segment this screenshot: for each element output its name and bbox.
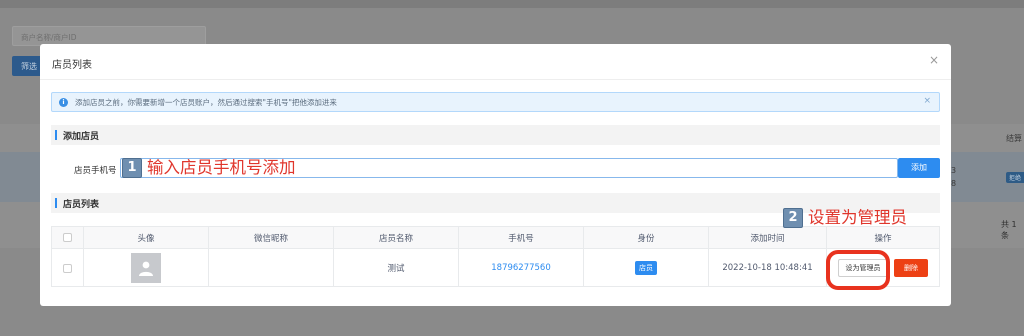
- person-icon: [139, 261, 153, 276]
- column-header: 手机号: [459, 227, 584, 248]
- column-header: 微信昵称: [209, 227, 334, 248]
- info-alert: i 添加店员之前，你需要新增一个店员账户，然后通过搜索"手机号"把他添加进来 ×: [51, 92, 940, 112]
- avatar: [131, 253, 161, 283]
- staff-list-modal: 店员列表 × i 添加店员之前，你需要新增一个店员账户，然后通过搜索"手机号"把…: [40, 44, 951, 306]
- table-row: 测试 18796277560 店员 2022-10-18 10:48:41 设为…: [52, 249, 939, 287]
- select-all-cell[interactable]: [52, 227, 84, 248]
- add-staff-button[interactable]: 添加: [898, 158, 940, 178]
- nickname-cell: [209, 249, 334, 287]
- step2-annotation-text: 设置为管理员: [808, 208, 907, 227]
- modal-divider: [40, 79, 951, 80]
- staff-name-cell: 测试: [334, 249, 459, 287]
- row-checkbox[interactable]: [63, 263, 72, 273]
- background-side-number: 3: [951, 166, 957, 175]
- step1-annotation: 1 输入店员手机号添加: [122, 158, 296, 178]
- step1-annotation-text: 输入店员手机号添加: [147, 158, 296, 177]
- section-accent-bar: [55, 198, 57, 208]
- phone-cell: 18796277560: [459, 249, 584, 287]
- phone-field-label: 店员手机号: [74, 166, 117, 176]
- background-column-header: 结算: [1006, 134, 1022, 143]
- step2-annotation: 2 设置为管理员: [783, 208, 907, 228]
- added-time-cell: 2022-10-18 10:48:41: [709, 249, 827, 287]
- table-header-row: 头像 微信昵称 店员名称 手机号 身份 添加时间 操作: [52, 227, 939, 249]
- info-icon: i: [59, 98, 68, 107]
- select-all-checkbox[interactable]: [63, 233, 72, 242]
- column-header: 店员名称: [334, 227, 459, 248]
- column-header: 头像: [84, 227, 209, 248]
- actions-cell: 设为管理员 删除: [827, 249, 939, 287]
- role-cell: 店员: [584, 249, 709, 287]
- section-accent-bar: [55, 130, 57, 140]
- alert-close-icon[interactable]: ×: [923, 96, 931, 106]
- column-header: 身份: [584, 227, 709, 248]
- background-total-count: 共 1 条: [1001, 220, 1017, 240]
- column-header: 添加时间: [709, 227, 827, 248]
- staff-list-section-title: 店员列表: [63, 200, 100, 210]
- add-staff-section-header: 添加店员: [51, 125, 940, 145]
- step2-number-badge: 2: [783, 208, 803, 228]
- add-staff-section-title: 添加店员: [63, 132, 100, 142]
- delete-button[interactable]: 删除: [894, 259, 928, 277]
- set-admin-button[interactable]: 设为管理员: [838, 259, 888, 277]
- phone-link[interactable]: 18796277560: [491, 263, 551, 273]
- avatar-cell: [84, 249, 209, 287]
- background-side-badge: 拒绝: [1006, 172, 1024, 183]
- close-icon[interactable]: ×: [929, 53, 939, 67]
- role-badge: 店员: [635, 261, 657, 275]
- staff-table: 头像 微信昵称 店员名称 手机号 身份 添加时间 操作 测试 187962775…: [51, 226, 940, 287]
- column-header: 操作: [874, 233, 892, 244]
- row-select-cell[interactable]: [52, 249, 84, 287]
- alert-text: 添加店员之前，你需要新增一个店员账户，然后通过搜索"手机号"把他添加进来: [75, 98, 337, 107]
- modal-title: 店员列表: [52, 60, 92, 71]
- background-side-number: 8: [951, 179, 957, 188]
- step1-number-badge: 1: [122, 158, 142, 178]
- background-search-input: 商户名称/商户ID: [12, 26, 206, 46]
- background-topbar: [0, 0, 1024, 8]
